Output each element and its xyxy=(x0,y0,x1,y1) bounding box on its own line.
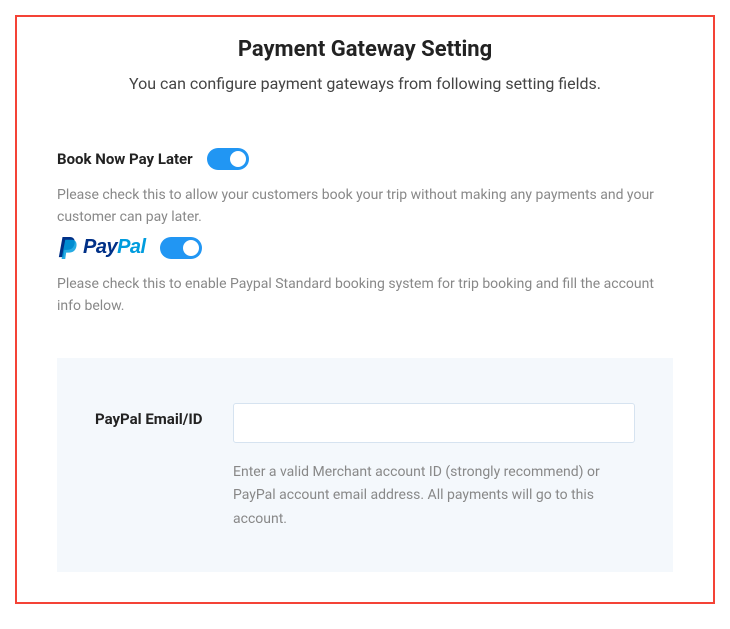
paypal-email-input[interactable] xyxy=(233,403,635,443)
paypal-icon xyxy=(57,235,79,261)
payment-gateway-panel: Payment Gateway Setting You can configur… xyxy=(15,15,715,604)
book-now-pay-later-row: Book Now Pay Later xyxy=(57,148,673,170)
paypal-hint: Please check this to enable Paypal Stand… xyxy=(57,273,673,318)
page-subtitle: You can configure payment gateways from … xyxy=(57,74,673,93)
book-now-pay-later-toggle[interactable] xyxy=(207,148,249,170)
paypal-email-field-row: PayPal Email/ID Enter a valid Merchant a… xyxy=(95,403,635,532)
paypal-logo: PayPal xyxy=(57,235,146,261)
paypal-row: PayPal xyxy=(57,235,673,261)
book-now-pay-later-hint: Please check this to allow your customer… xyxy=(57,184,673,229)
paypal-settings-panel: PayPal Email/ID Enter a valid Merchant a… xyxy=(57,358,673,572)
paypal-toggle[interactable] xyxy=(160,237,202,259)
page-title: Payment Gateway Setting xyxy=(57,37,673,62)
book-now-pay-later-label: Book Now Pay Later xyxy=(57,150,193,168)
paypal-email-hint: Enter a valid Merchant account ID (stron… xyxy=(233,461,635,532)
paypal-email-label: PayPal Email/ID xyxy=(95,403,205,430)
